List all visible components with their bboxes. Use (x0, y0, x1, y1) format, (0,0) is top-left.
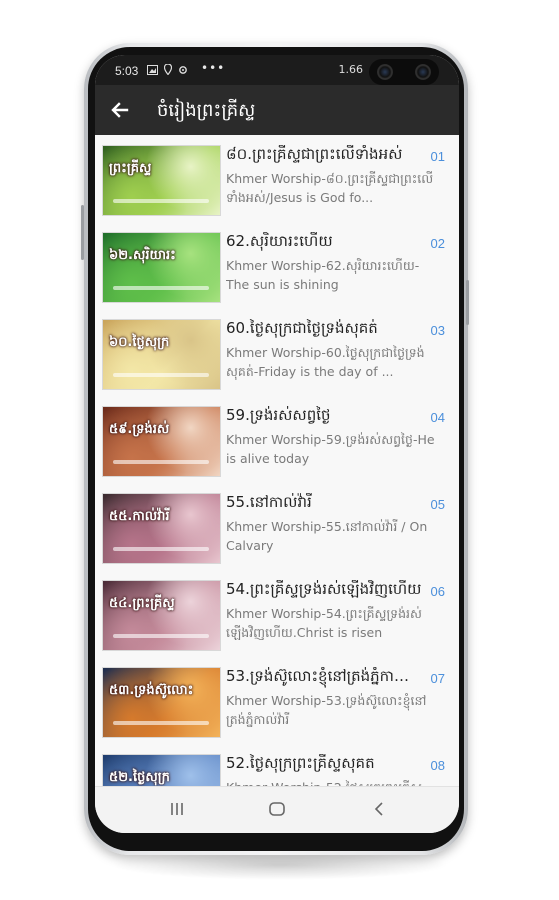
thumbnail-caption: ៦២.សុរិយារះ (109, 248, 176, 263)
volume-button (81, 205, 84, 260)
song-number: 04 (430, 410, 445, 425)
screen: 5:03 ••• 1.66 ចំរៀងព្រះគ្រីស្ទ ព្រះគ្រីស… (95, 55, 459, 833)
song-thumbnail: ៥៤.ព្រះគ្រីស្ទ (102, 580, 221, 651)
status-time: 5:03 (115, 64, 139, 78)
song-list[interactable]: ព្រះគ្រីស្ទ ៨០.ព្រះគ្រីស្ទជាព្រះលើទាំងអស់… (95, 135, 459, 787)
thumbnail-caption: ៥៤.ព្រះគ្រីស្ទ (109, 596, 175, 611)
recent-apps-icon[interactable] (165, 799, 189, 819)
song-thumbnail: ៥៣.ទ្រង់ស៊ូលោះ (102, 667, 221, 738)
thumbnail-art (103, 233, 220, 302)
thumbnail-subtitle-bar (113, 547, 209, 551)
song-title: 59.ទ្រង់រស់សព្វថ្ងៃ (226, 406, 331, 424)
power-button (466, 280, 469, 325)
song-number: 01 (430, 149, 445, 164)
front-camera-icon (377, 64, 393, 80)
thumbnail-art (103, 320, 220, 389)
status-icons (147, 63, 188, 76)
thumbnail-caption: ៥៥.កាល់វ៉ារី (109, 509, 170, 524)
thumbnail-caption: ៥៣.ទ្រង់ស៊ូលោះ (109, 683, 194, 698)
camera-cutout (369, 59, 439, 85)
status-more: ••• (201, 61, 226, 75)
thumbnail-caption: ៥៩.ទ្រង់រស់ (109, 422, 170, 437)
thumbnail-art (103, 581, 220, 650)
list-item[interactable]: ព្រះគ្រីស្ទ ៨០.ព្រះគ្រីស្ទជាព្រះលើទាំងអស់… (95, 136, 459, 223)
page-title: ចំរៀងព្រះគ្រីស្ទ (157, 100, 256, 121)
thumbnail-subtitle-bar (113, 286, 209, 290)
thumbnail-caption: ព្រះគ្រីស្ទ (109, 161, 152, 176)
image-icon (147, 64, 158, 75)
song-number: 07 (430, 671, 445, 686)
song-title: ៨០.ព្រះគ្រីស្ទជាព្រះលើទាំងអស់ (226, 145, 403, 163)
song-thumbnail: ព្រះគ្រីស្ទ (102, 145, 221, 216)
song-subtitle: Khmer Worship-53.ទ្រង់ស៊ូលោះខ្ញុំនៅត្រង់… (226, 693, 427, 727)
list-item[interactable]: ៥៩.ទ្រង់រស់ 59.ទ្រង់រស់សព្វថ្ងៃ Khmer Wors… (95, 397, 459, 484)
song-title: 53.ទ្រង់ស៊ូលោះខ្ញុំនៅត្រង់ភ្នំកាល់វ៉ារី (226, 667, 422, 685)
thumbnail-subtitle-bar (113, 373, 209, 377)
thumbnail-art (103, 494, 220, 563)
song-title: 62.សុរិយារះហើយ (226, 232, 333, 250)
thumbnail-art (103, 407, 220, 476)
app-bar: ចំរៀងព្រះគ្រីស្ទ (95, 85, 459, 135)
list-item[interactable]: ៦០.ថ្ងៃសុក្រ 60.ថ្ងៃសុក្រជាថ្ងៃទ្រង់សុគត់… (95, 310, 459, 397)
thumbnail-subtitle-bar (113, 199, 209, 203)
song-title: 55.នៅកាល់វ៉ារី (226, 493, 312, 511)
thumbnail-art (103, 146, 220, 215)
song-subtitle: Khmer Worship-60.ថ្ងៃសុក្រជាថ្ងៃទ្រង់សុគ… (226, 345, 425, 379)
location-icon (164, 63, 173, 76)
stage: 5:03 ••• 1.66 ចំរៀងព្រះគ្រីស្ទ ព្រះគ្រីស… (0, 0, 559, 900)
song-thumbnail: ៥៥.កាល់វ៉ារី (102, 493, 221, 564)
song-thumbnail: ៥២.ថ្ងៃសុក្រ (102, 754, 221, 787)
list-item[interactable]: ៦២.សុរិយារះ 62.សុរិយារះហើយ Khmer Worship-6… (95, 223, 459, 310)
song-subtitle: Khmer Worship-62.សុរិយារះហើយ-The sun is … (226, 258, 420, 292)
settings-icon (179, 65, 188, 74)
thumbnail-subtitle-bar (113, 721, 209, 725)
song-subtitle: Khmer Worship-៨០.ព្រះគ្រីស្ទជាព្រះលើទាំង… (226, 171, 434, 205)
list-item[interactable]: ៥៥.កាល់វ៉ារី 55.នៅកាល់វ៉ារី Khmer Worship-… (95, 484, 459, 571)
song-number: 02 (430, 236, 445, 251)
song-subtitle: Khmer Worship-54.ព្រះគ្រីស្ទទ្រង់រស់ឡើងវ… (226, 606, 422, 640)
thumbnail-subtitle-bar (113, 634, 209, 638)
song-title: 60.ថ្ងៃសុក្រជាថ្ងៃទ្រង់សុគត់ (226, 319, 378, 337)
thumbnail-subtitle-bar (113, 460, 209, 464)
song-number: 03 (430, 323, 445, 338)
song-number: 05 (430, 497, 445, 512)
arrow-left-icon[interactable] (107, 97, 133, 123)
nav-back-icon[interactable] (367, 799, 391, 819)
list-item[interactable]: ៥២.ថ្ងៃសុក្រ52.ថ្ងៃសុក្រព្រះគ្រីស្ទសុគតK… (95, 745, 459, 787)
home-icon[interactable] (265, 799, 289, 819)
song-thumbnail: ៦០.ថ្ងៃសុក្រ (102, 319, 221, 390)
list-item[interactable]: ៥៣.ទ្រង់ស៊ូលោះ 53.ទ្រង់ស៊ូលោះខ្ញុំនៅត្រង់… (95, 658, 459, 745)
thumbnail-caption: ៦០.ថ្ងៃសុក្រ (109, 335, 170, 350)
thumbnail-caption: ៥២.ថ្ងៃសុក្រ (109, 770, 170, 785)
navigation-bar (95, 786, 459, 833)
front-camera-icon (415, 64, 431, 80)
song-number: 06 (430, 584, 445, 599)
song-thumbnail: ៥៩.ទ្រង់រស់ (102, 406, 221, 477)
song-thumbnail: ៦២.សុរិយារះ (102, 232, 221, 303)
song-number: 08 (430, 758, 445, 773)
song-subtitle: Khmer Worship-59.ទ្រង់រស់សព្វថ្ងៃ-He is … (226, 432, 435, 466)
status-battery-text: 1.66 (338, 63, 364, 76)
song-subtitle: Khmer Worship-55.នៅកាល់វ៉ារី / On Calvar… (226, 519, 428, 553)
song-title: 54.ព្រះគ្រីស្ទទ្រង់រស់ឡើងវិញហើយ (226, 580, 422, 598)
song-title: 52.ថ្ងៃសុក្រព្រះគ្រីស្ទសុគត (226, 754, 375, 772)
thumbnail-art (103, 668, 220, 737)
list-item[interactable]: ៥៤.ព្រះគ្រីស្ទ 54.ព្រះគ្រីស្ទទ្រង់រស់ឡើងវ… (95, 571, 459, 658)
status-bar: 5:03 ••• 1.66 (95, 55, 459, 85)
